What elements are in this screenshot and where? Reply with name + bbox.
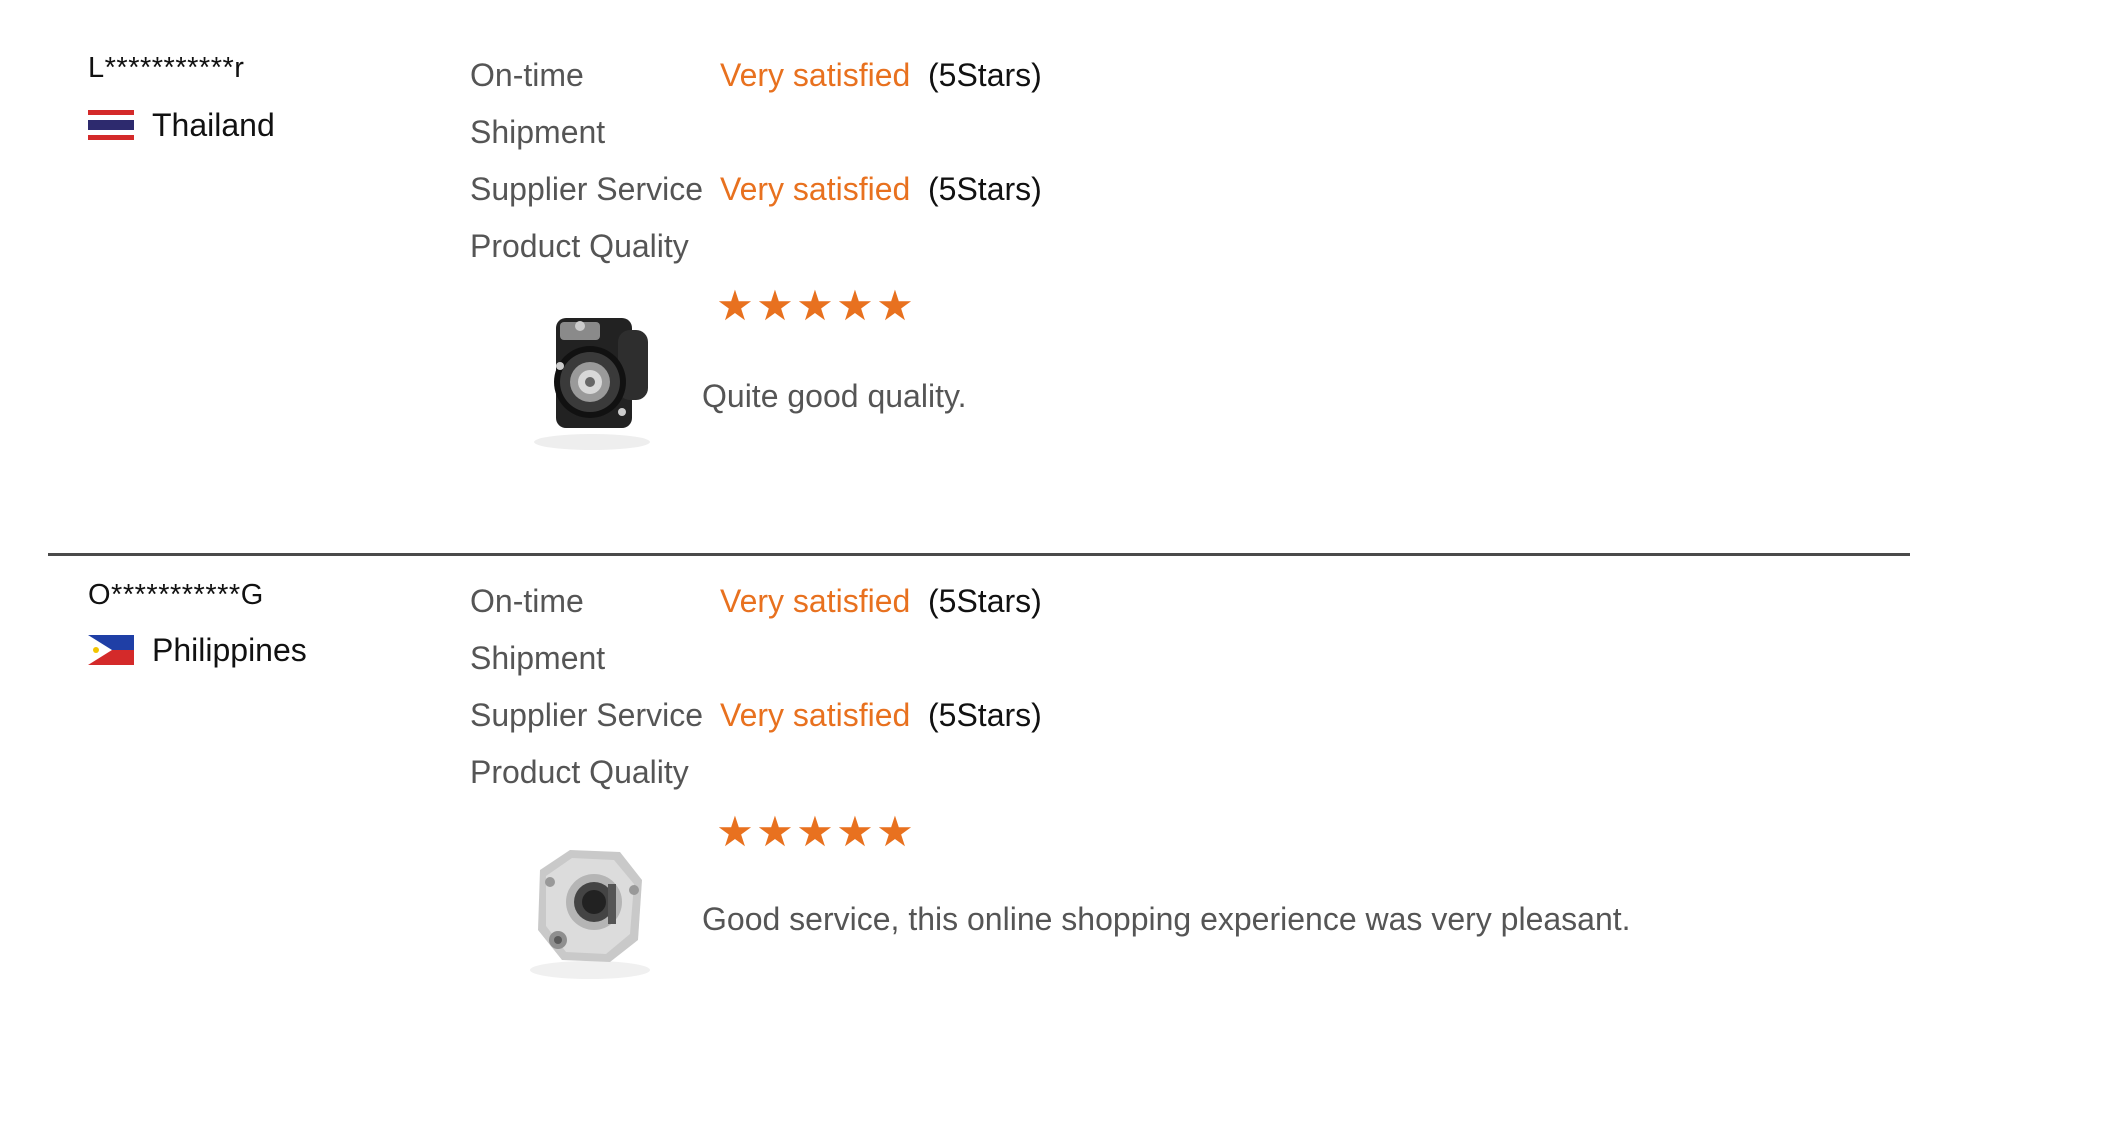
rating-label-shipment: Shipment bbox=[470, 114, 606, 150]
star-icon: ★ bbox=[756, 807, 794, 856]
product-image[interactable] bbox=[510, 300, 670, 460]
star-icon: ★ bbox=[876, 281, 914, 330]
rating-value-on-time: Very satisfied bbox=[720, 57, 911, 93]
rating-stars-on-time: (5Stars) bbox=[928, 57, 1042, 93]
reviewer-name: L***********r bbox=[88, 52, 245, 84]
rating-label-on-time: On-time bbox=[470, 57, 584, 93]
starter-motor-image bbox=[530, 850, 650, 979]
product-quality-stars: ★ ★ ★ ★ ★ bbox=[716, 282, 914, 330]
review-divider bbox=[48, 553, 1910, 556]
star-icon: ★ bbox=[756, 281, 794, 330]
reviewer-country: Philippines bbox=[88, 629, 307, 671]
rating-label-product-quality: Product Quality bbox=[470, 228, 689, 264]
rating-stars-supplier-service: (5Stars) bbox=[928, 171, 1042, 207]
philippines-flag-icon bbox=[88, 635, 134, 665]
rating-value-supplier-service: Very satisfied bbox=[720, 171, 911, 207]
rating-label-product-quality: Product Quality bbox=[470, 754, 689, 790]
star-icon: ★ bbox=[716, 281, 754, 330]
country-name: Thailand bbox=[152, 106, 275, 143]
thailand-flag-icon bbox=[88, 110, 134, 140]
reviewer-country: Thailand bbox=[88, 104, 275, 146]
review-comment: Quite good quality. bbox=[702, 378, 967, 414]
rating-label-shipment: Shipment bbox=[470, 640, 606, 676]
product-image[interactable] bbox=[510, 830, 670, 990]
product-quality-stars: ★ ★ ★ ★ ★ bbox=[716, 808, 914, 856]
star-icon: ★ bbox=[836, 807, 874, 856]
rating-value-supplier-service: Very satisfied bbox=[720, 697, 911, 733]
star-icon: ★ bbox=[716, 807, 754, 856]
rating-label-supplier-service: Supplier Service bbox=[470, 171, 703, 207]
rating-label-on-time: On-time bbox=[470, 583, 584, 619]
rating-stars-supplier-service: (5Stars) bbox=[928, 697, 1042, 733]
star-icon: ★ bbox=[796, 281, 834, 330]
star-icon: ★ bbox=[796, 807, 834, 856]
reviewer-name: O***********G bbox=[88, 579, 264, 611]
review-comment: Good service, this online shopping exper… bbox=[702, 901, 1631, 937]
rating-stars-on-time: (5Stars) bbox=[928, 583, 1042, 619]
country-name: Philippines bbox=[152, 631, 307, 668]
star-icon: ★ bbox=[836, 281, 874, 330]
starter-motor-image bbox=[534, 318, 650, 450]
rating-value-on-time: Very satisfied bbox=[720, 583, 911, 619]
star-icon: ★ bbox=[876, 807, 914, 856]
rating-label-supplier-service: Supplier Service bbox=[470, 697, 703, 733]
